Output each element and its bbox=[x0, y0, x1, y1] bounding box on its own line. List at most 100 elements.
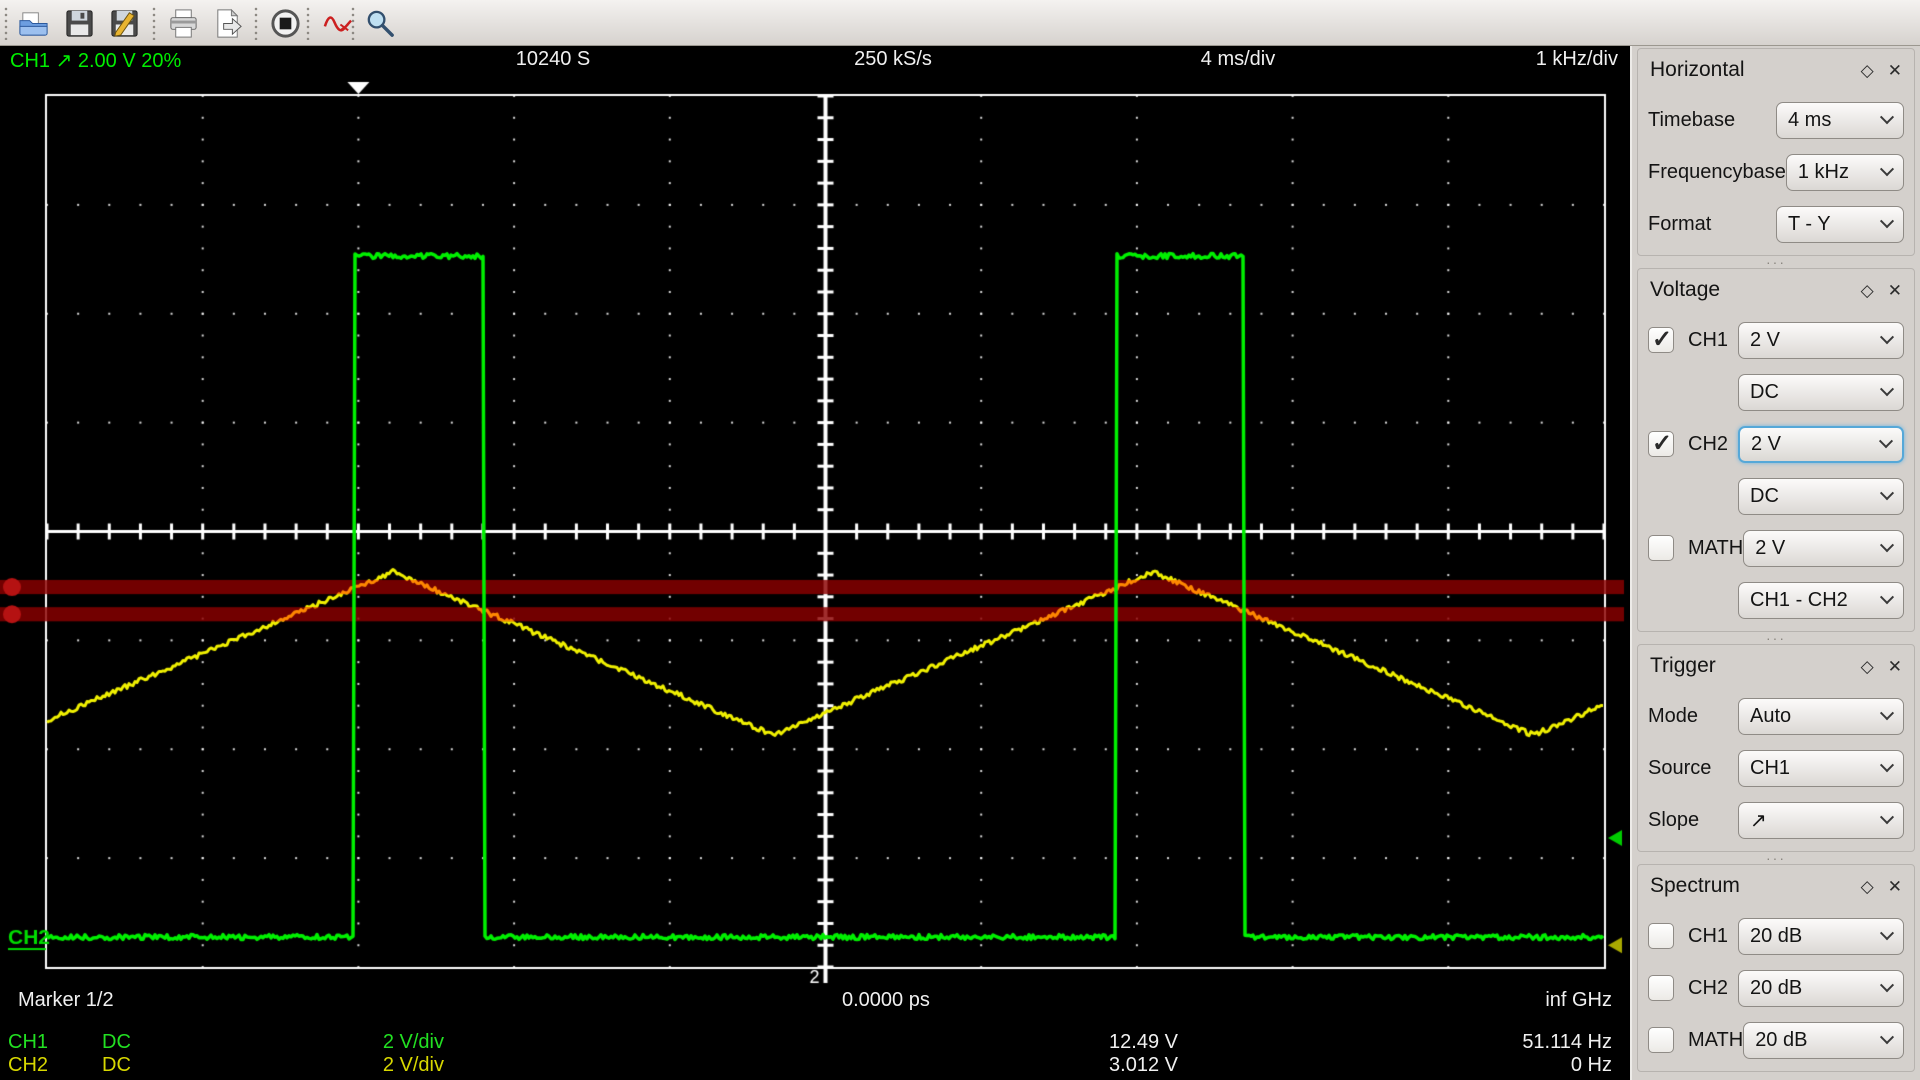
close-dock-icon[interactable]: ✕ bbox=[1888, 878, 1902, 895]
ch2-voltage-label: CH2 bbox=[1688, 432, 1729, 455]
spectrum-math-checkbox[interactable] bbox=[1648, 1027, 1674, 1053]
ch1-amplitude: 12.49 V bbox=[1109, 1031, 1178, 1053]
ch1-voltage-checkbox[interactable] bbox=[1648, 325, 1674, 354]
save-as-button[interactable] bbox=[105, 4, 143, 42]
format-select[interactable]: T - Y bbox=[1776, 205, 1904, 243]
spectrum-ch2-checkbox[interactable] bbox=[1648, 975, 1674, 1001]
trigger-source-label: Source bbox=[1648, 756, 1712, 779]
close-dock-icon[interactable]: ✕ bbox=[1888, 62, 1902, 79]
ch2-frequency: 0 Hz bbox=[1570, 1054, 1612, 1076]
dock-spectrum-titlebar[interactable]: Spectrum ◇ ✕ bbox=[1638, 869, 1914, 903]
spectrum-ch1-select[interactable]: 20 dB bbox=[1738, 917, 1904, 955]
timebase-label: Timebase bbox=[1648, 108, 1736, 131]
trigger-status: CH1 ↗ 2.00 V 20% bbox=[10, 50, 182, 72]
chevron-down-icon bbox=[1879, 810, 1895, 825]
top-status-bar: CH1 ↗ 2.00 V 20% 10240 S 250 kS/s 4 ms/d… bbox=[0, 46, 1630, 75]
bottom-status-bar: Marker 1/2 0.0000 ps inf GHz CH1 DC 2 V/… bbox=[0, 985, 1630, 1080]
trigger-mode-label: Mode bbox=[1648, 704, 1699, 727]
float-dock-icon[interactable]: ◇ bbox=[1861, 282, 1874, 299]
chevron-down-icon bbox=[1879, 330, 1895, 345]
spectrum-ch2-label: CH2 bbox=[1688, 976, 1729, 999]
print-button[interactable] bbox=[164, 4, 202, 42]
trigger-source-select[interactable]: CH1 bbox=[1738, 749, 1904, 787]
settings-panel: Horizontal ◇ ✕ Timebase 4 ms Frequencyba… bbox=[1630, 46, 1920, 1080]
marker-frequency: inf GHz bbox=[1545, 989, 1612, 1011]
scope-display[interactable] bbox=[0, 75, 1630, 985]
ch1-frequency: 51.114 Hz bbox=[1522, 1031, 1612, 1053]
chevron-down-icon bbox=[1878, 434, 1894, 449]
dock-title-text: Spectrum bbox=[1650, 874, 1740, 897]
float-dock-icon[interactable]: ◇ bbox=[1861, 62, 1874, 79]
chevron-down-icon bbox=[1879, 1030, 1895, 1045]
save-icon bbox=[65, 9, 93, 37]
samplerate-status: 250 kS/s bbox=[854, 48, 932, 70]
scope-region: CH1 ↗ 2.00 V 20% 10240 S 250 kS/s 4 ms/d… bbox=[0, 46, 1630, 1080]
dock-horizontal-titlebar[interactable]: Horizontal ◇ ✕ bbox=[1638, 53, 1914, 87]
close-dock-icon[interactable]: ✕ bbox=[1888, 282, 1902, 299]
timebase-status: 4 ms/div bbox=[1200, 48, 1276, 70]
float-dock-icon[interactable]: ◇ bbox=[1861, 878, 1874, 895]
toolbar-handle[interactable] bbox=[4, 6, 8, 40]
ch2-coupling-select[interactable]: DC bbox=[1738, 477, 1904, 515]
chevron-down-icon bbox=[1879, 590, 1895, 605]
marker-label: Marker 1/2 bbox=[18, 989, 114, 1011]
ch1-coupling: DC bbox=[102, 1031, 131, 1053]
chevron-down-icon bbox=[1879, 110, 1895, 125]
frequencybase-select[interactable]: 1 kHz bbox=[1785, 153, 1904, 191]
dock-voltage: Voltage ◇ ✕ CH1 2 V DC bbox=[1637, 268, 1915, 632]
dock-trigger: Trigger ◇ ✕ Mode Auto Source CH1 Slope ↗ bbox=[1637, 644, 1915, 852]
ch1-scale: 2 V/div bbox=[382, 1031, 444, 1053]
math-voltage-checkbox[interactable] bbox=[1648, 535, 1674, 561]
ch2-voltage-checkbox[interactable] bbox=[1648, 429, 1674, 458]
ch1-gain-select[interactable]: 2 V bbox=[1738, 321, 1904, 359]
dock-splitter[interactable]: ··· bbox=[1632, 630, 1920, 646]
marker-time: 0.0000 ps bbox=[842, 989, 930, 1011]
dock-title-text: Horizontal bbox=[1650, 58, 1745, 81]
math-voltage-label: MATH bbox=[1688, 536, 1744, 559]
export-icon bbox=[216, 8, 242, 38]
spectrum-math-select[interactable]: 20 dB bbox=[1743, 1021, 1904, 1059]
export-button[interactable] bbox=[209, 4, 247, 42]
spectrum-ch1-label: CH1 bbox=[1688, 924, 1729, 947]
toolbar bbox=[0, 0, 1920, 46]
oscilloscope-app: CH1 ↗ 2.00 V 20% 10240 S 250 kS/s 4 ms/d… bbox=[0, 0, 1920, 1080]
spectrum-ch1-checkbox[interactable] bbox=[1648, 923, 1674, 949]
ch2-amplitude: 3.012 V bbox=[1109, 1054, 1178, 1076]
zoom-icon bbox=[367, 10, 394, 37]
stop-record-button[interactable] bbox=[266, 4, 304, 42]
stop-record-icon bbox=[270, 8, 300, 38]
ch2-coupling: DC bbox=[102, 1054, 131, 1076]
ch1-coupling-select[interactable]: DC bbox=[1738, 373, 1904, 411]
toolbar-separator bbox=[152, 6, 156, 40]
timebase-select[interactable]: 4 ms bbox=[1776, 101, 1904, 139]
format-label: Format bbox=[1648, 212, 1712, 235]
ch2-gain-select[interactable]: 2 V bbox=[1738, 425, 1904, 463]
dock-voltage-titlebar[interactable]: Voltage ◇ ✕ bbox=[1638, 273, 1914, 307]
spectrum-ch2-select[interactable]: 20 dB bbox=[1738, 969, 1904, 1007]
math-gain-select[interactable]: 2 V bbox=[1743, 529, 1904, 567]
frequencybase-label: Frequencybase bbox=[1648, 160, 1786, 183]
chevron-down-icon bbox=[1879, 382, 1895, 397]
close-dock-icon[interactable]: ✕ bbox=[1888, 658, 1902, 675]
dock-horizontal: Horizontal ◇ ✕ Timebase 4 ms Frequencyba… bbox=[1637, 48, 1915, 256]
dock-splitter[interactable]: ··· bbox=[1632, 850, 1920, 866]
ch2-name: CH2 bbox=[8, 1054, 49, 1076]
signal-generator-icon bbox=[323, 15, 352, 32]
spectrum-math-label: MATH bbox=[1688, 1028, 1744, 1051]
float-dock-icon[interactable]: ◇ bbox=[1861, 658, 1874, 675]
dock-trigger-titlebar[interactable]: Trigger ◇ ✕ bbox=[1638, 649, 1914, 683]
trigger-slope-select[interactable]: ↗ bbox=[1738, 801, 1904, 839]
chevron-down-icon bbox=[1879, 758, 1895, 773]
save-button[interactable] bbox=[60, 4, 98, 42]
math-mode-select[interactable]: CH1 - CH2 bbox=[1738, 581, 1904, 619]
zoom-button[interactable] bbox=[360, 4, 398, 42]
trigger-mode-select[interactable]: Auto bbox=[1738, 697, 1904, 735]
dock-splitter[interactable]: ··· bbox=[1632, 254, 1920, 270]
toolbar-separator bbox=[254, 6, 258, 40]
chevron-down-icon bbox=[1879, 486, 1895, 501]
toolbar-separator bbox=[351, 6, 355, 40]
print-icon bbox=[169, 8, 197, 38]
chevron-down-icon bbox=[1879, 926, 1895, 941]
chevron-down-icon bbox=[1879, 214, 1895, 229]
open-button[interactable] bbox=[14, 4, 52, 42]
